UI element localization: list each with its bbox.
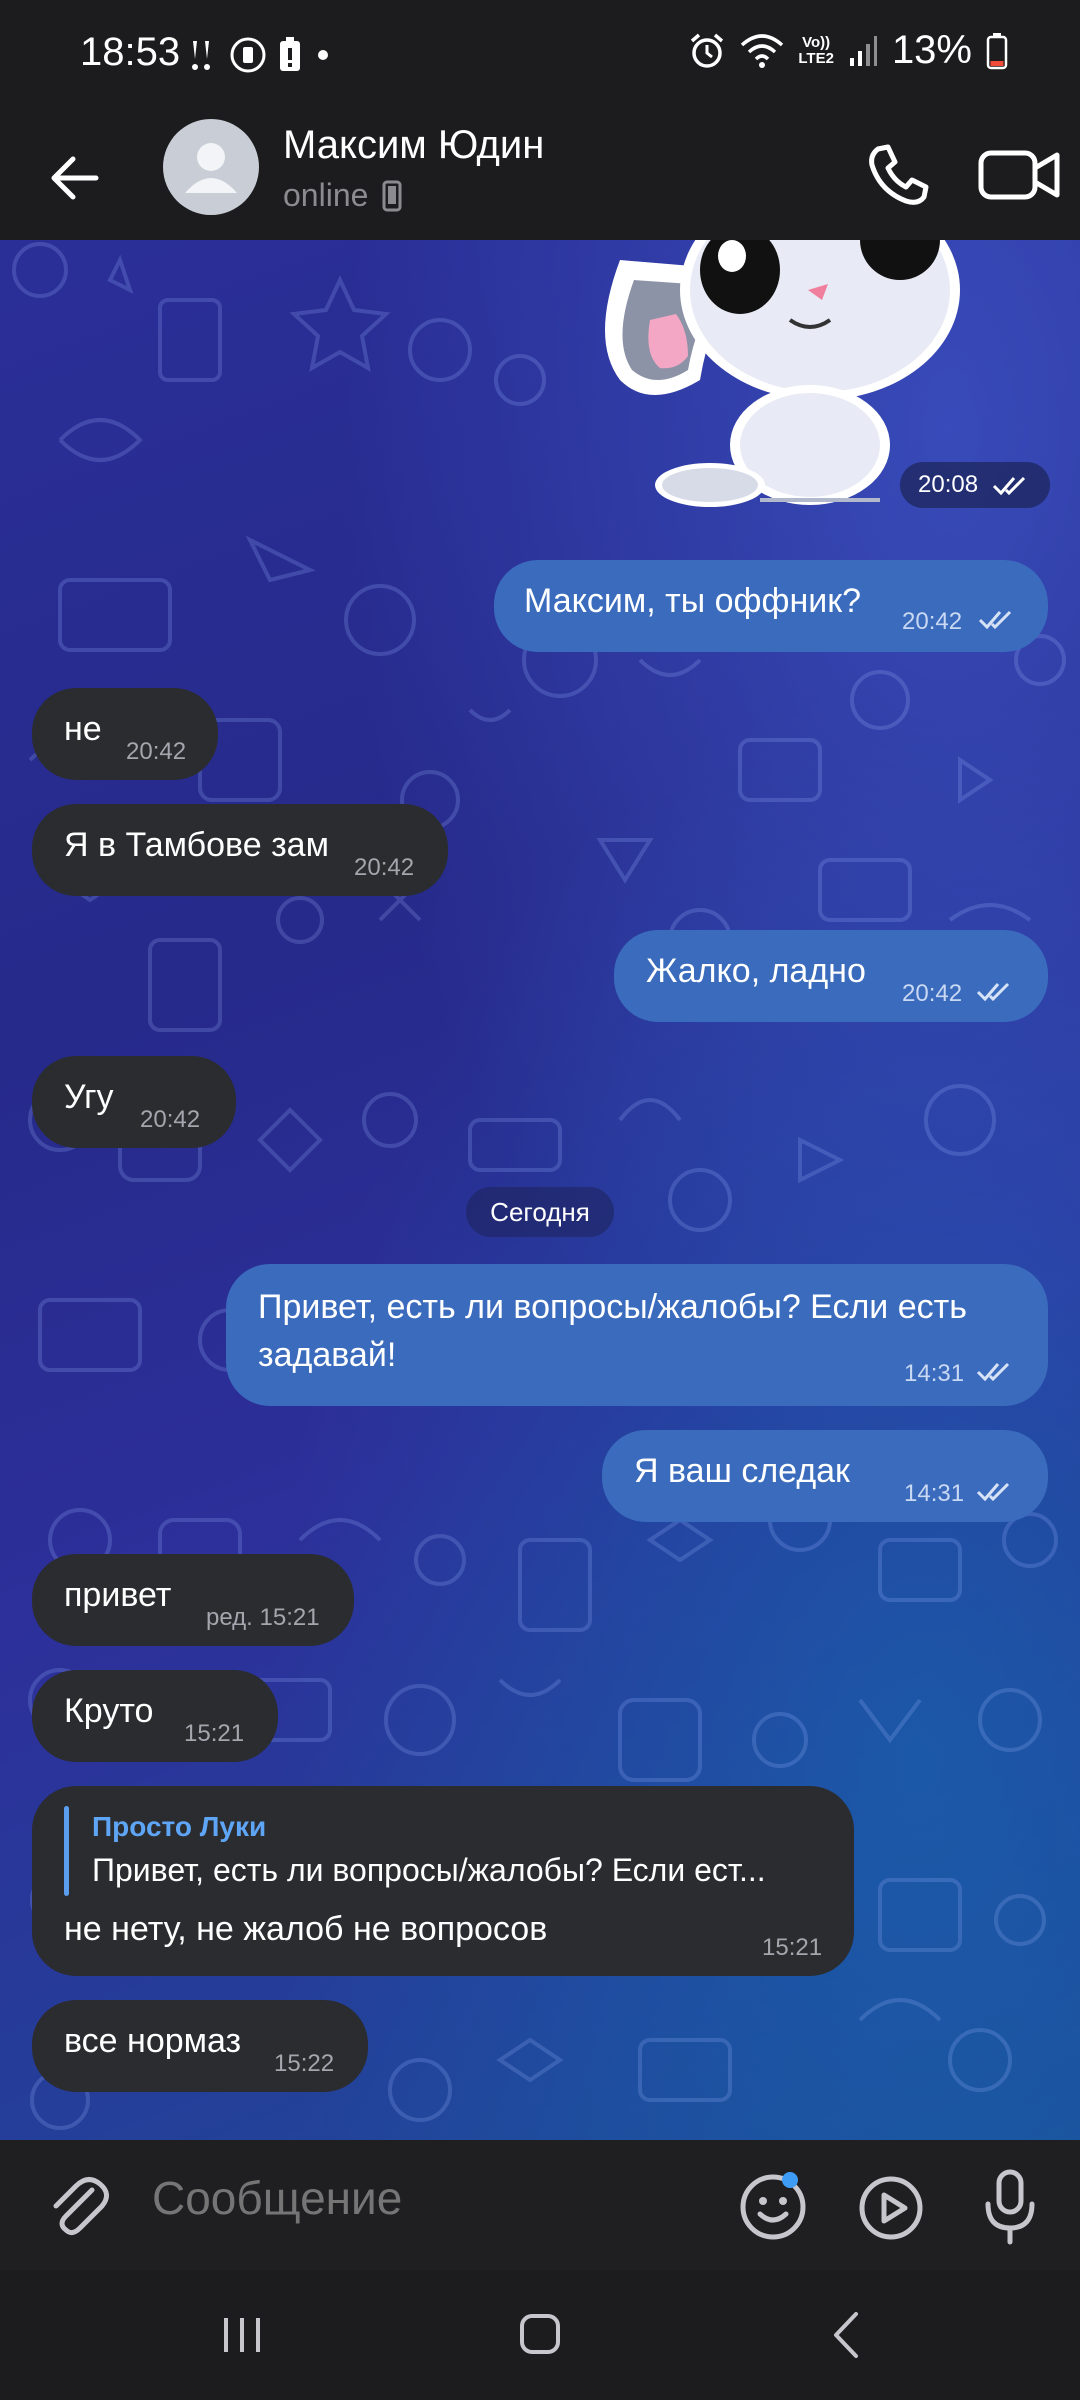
message-input-bar [0, 2140, 1080, 2270]
outgoing-message[interactable]: Я ваш следак 14:31 [602, 1430, 1048, 1522]
sticker-time: 20:08 [918, 471, 979, 498]
incoming-message[interactable]: Угу 20:42 [32, 1056, 236, 1148]
mobile-device-icon [382, 180, 402, 211]
read-ticks-icon [992, 476, 1026, 496]
back-nav-icon[interactable] [808, 2300, 888, 2370]
incoming-message[interactable]: не 20:42 [32, 688, 218, 780]
message-text: привет [64, 1576, 172, 1614]
incoming-message[interactable]: привет ред. 15:21 [32, 1554, 354, 1646]
message-text: все нормаз [64, 2022, 242, 2060]
message-text: Максим, ты оффник? [524, 582, 861, 620]
home-icon[interactable] [500, 2300, 580, 2370]
message-text: не нету, не жалоб не вопросов [64, 1910, 548, 1948]
phone-call-icon[interactable] [858, 135, 938, 215]
microphone-icon[interactable] [978, 2166, 1042, 2246]
recent-apps-icon[interactable] [202, 2300, 282, 2370]
read-ticks-icon [976, 1482, 1010, 1502]
incoming-message[interactable]: Круто 15:21 [32, 1670, 278, 1762]
outgoing-message[interactable]: Максим, ты оффник? 20:42 [494, 560, 1048, 652]
activity-icon [192, 41, 210, 70]
message-text: Я в Тамбове зам [64, 826, 329, 864]
message-text: Угу [64, 1078, 114, 1116]
status-system-icons: Vo)) LTE2 13% [688, 28, 1008, 73]
chat-messages-area[interactable]: 20:08 Максим, ты оффник? 20:42 не 20:42 … [0, 240, 1080, 2140]
volte-label: Vo)) [802, 33, 831, 51]
smiley-icon[interactable] [736, 2170, 810, 2244]
message-text: Я ваш следак [634, 1452, 850, 1490]
default-user-icon [185, 143, 237, 193]
back-arrow-icon[interactable] [40, 143, 110, 213]
message-time: 20:42 [902, 980, 963, 1007]
message-time: 15:21 [762, 1934, 823, 1961]
message-time: 20:42 [126, 738, 187, 765]
message-time: 20:42 [354, 854, 415, 881]
reply-author[interactable]: Просто Луки [92, 1811, 266, 1843]
outgoing-message[interactable]: Жалко, ладно 20:42 [614, 930, 1048, 1022]
battery-saver-icon [280, 37, 300, 71]
status-notification-icons [185, 36, 333, 74]
message-input[interactable] [150, 2170, 714, 2226]
message-text-line-1: Привет, есть ли вопросы/жалобы? Если ест… [258, 1288, 967, 1326]
read-ticks-icon [978, 610, 1012, 630]
network-type: Vo)) LTE2 [798, 33, 834, 67]
contact-status: online [283, 177, 402, 214]
message-time: 20:42 [140, 1106, 201, 1133]
system-navigation-bar [0, 2270, 1080, 2400]
video-camera-icon[interactable] [975, 135, 1065, 215]
battery-percent: 13% [891, 28, 972, 72]
message-text: Жалко, ладно [646, 952, 866, 990]
battery-icon [986, 32, 1008, 69]
message-time: 14:31 [904, 1480, 965, 1507]
read-ticks-icon [976, 982, 1010, 1002]
paperclip-icon[interactable] [40, 2168, 116, 2244]
status-bar: 18:53 Vo)) LTE2 13% [0, 0, 1080, 115]
read-ticks-icon [976, 1362, 1010, 1382]
incoming-message[interactable]: Я в Тамбове зам 20:42 [32, 804, 448, 896]
message-time: 14:31 [904, 1360, 965, 1387]
message-time: ред. 15:21 [206, 1604, 320, 1631]
chat-header: Максим Юдин online [0, 115, 1080, 240]
reply-quote-bar [64, 1806, 69, 1896]
sticker-time-badge: 20:08 [900, 462, 1050, 508]
avatar[interactable] [163, 119, 259, 215]
signal-strength-icon [849, 35, 877, 66]
message-time: 15:21 [184, 1720, 245, 1747]
message-text: не [64, 710, 102, 748]
reply-quote-text[interactable]: Привет, есть ли вопросы/жалобы? Если ест… [92, 1852, 766, 1889]
lte-label: LTE2 [798, 49, 834, 67]
play-circle-icon[interactable] [855, 2172, 927, 2244]
outgoing-message[interactable]: Привет, есть ли вопросы/жалобы? Если ест… [226, 1264, 1048, 1406]
incoming-message[interactable]: все нормаз 15:22 [32, 2000, 368, 2092]
status-time: 18:53 [80, 30, 181, 74]
incoming-reply-message[interactable]: Просто Луки Привет, есть ли вопросы/жало… [32, 1786, 854, 1976]
message-time: 20:42 [902, 608, 963, 635]
contact-name[interactable]: Максим Юдин [283, 123, 544, 168]
message-time: 15:22 [274, 2050, 335, 2077]
message-text: Круто [64, 1692, 154, 1730]
app-notification-icon [230, 37, 266, 73]
contact-status-text: online [283, 177, 369, 213]
alarm-icon [691, 33, 724, 68]
more-notifications-dot-icon [318, 50, 328, 60]
new-emoji-indicator [782, 2172, 798, 2188]
message-text-line-2: задавай! [258, 1336, 397, 1374]
wifi-icon [741, 33, 784, 68]
date-separator: Сегодня [466, 1187, 614, 1237]
